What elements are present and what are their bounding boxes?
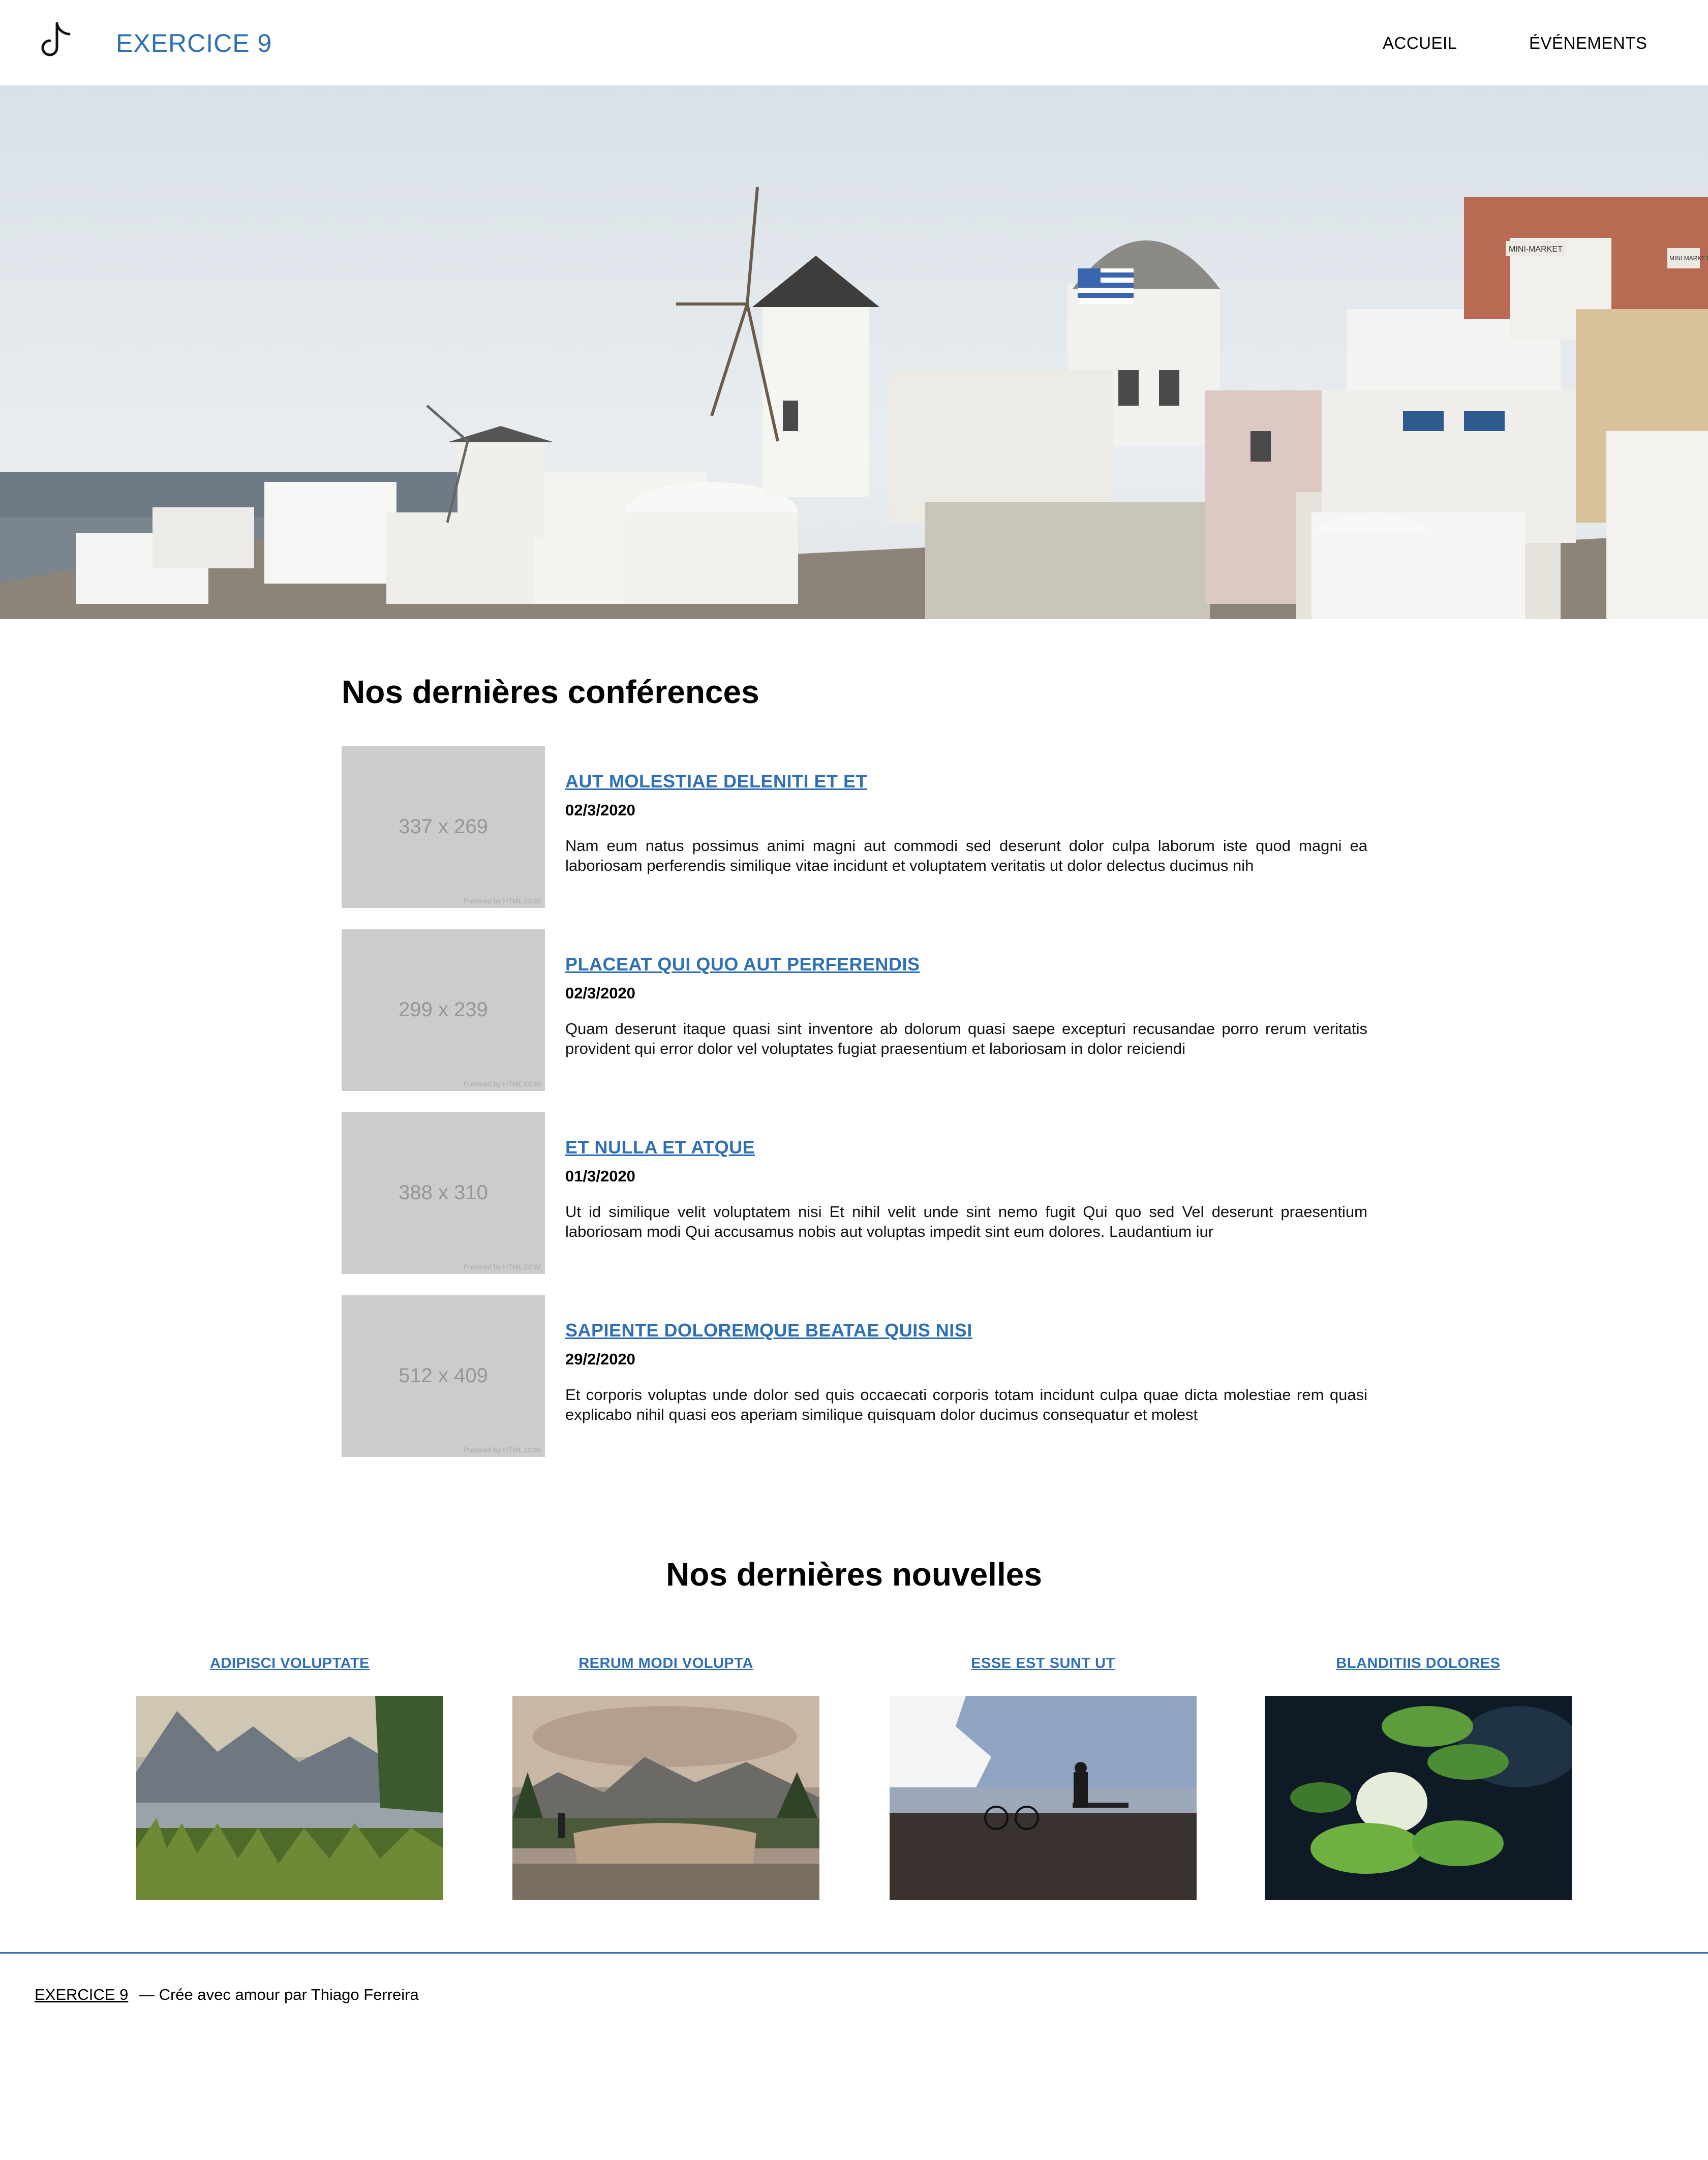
news-card: ADIPISCI VOLUPTATE xyxy=(136,1655,443,1900)
conference-description: Et corporis voluptas unde dolor sed quis… xyxy=(565,1386,1367,1423)
news-card: ESSE EST SUNT UT xyxy=(890,1655,1197,1900)
news-title-link[interactable]: ADIPISCI VOLUPTATE xyxy=(136,1655,443,1672)
conference-date: 02/3/2020 xyxy=(565,984,635,1002)
conference-description: Ut id similique velit voluptatem nisi Et… xyxy=(565,1203,1367,1240)
conference-title-link[interactable]: SAPIENTE DOLOREMQUE BEATAE QUIS NISI xyxy=(565,1320,1367,1341)
site-title-link[interactable]: EXERCICE 9 xyxy=(116,28,272,58)
conference-image-placeholder: 299 x 239 Powered by HTML.COM xyxy=(342,929,545,1091)
conference-date: 29/2/2020 xyxy=(565,1350,635,1368)
news-title-link[interactable]: BLANDITIIS DOLORES xyxy=(1265,1655,1572,1672)
tiktok-logo-icon[interactable] xyxy=(35,20,75,62)
site-header: EXERCICE 9 ACCUEIL ÉVÉNEMENTS xyxy=(0,0,1708,85)
news-image-plant[interactable] xyxy=(1265,1696,1572,1900)
conference-description: Quam deserunt itaque quasi sint inventor… xyxy=(565,1020,1367,1057)
nav-link-accueil[interactable]: ACCUEIL xyxy=(1383,34,1457,53)
conferences-list: 337 x 269 Powered by HTML.COM AUT MOLEST… xyxy=(342,746,1367,1478)
conference-item: 299 x 239 Powered by HTML.COM PLACEAT QU… xyxy=(342,929,1367,1112)
news-card: BLANDITIIS DOLORES xyxy=(1265,1655,1572,1900)
footer-site-link[interactable]: EXERCICE 9 xyxy=(35,1986,128,2003)
nav-link-evenements[interactable]: ÉVÉNEMENTS xyxy=(1529,34,1647,53)
footer-divider xyxy=(0,1952,1708,1954)
footer-credit: — Crée avec amour par Thiago Ferreira xyxy=(138,1986,419,2003)
conference-image-placeholder: 512 x 409 Powered by HTML.COM xyxy=(342,1295,545,1457)
conference-date: 02/3/2020 xyxy=(565,801,635,819)
placeholder-size-label: 299 x 239 xyxy=(399,998,488,1021)
news-image-mountain-reflection[interactable] xyxy=(512,1696,819,1900)
news-image-seaside[interactable] xyxy=(890,1696,1197,1900)
conference-image-placeholder: 388 x 310 Powered by HTML.COM xyxy=(342,1112,545,1274)
placeholder-credit: Powered by HTML.COM xyxy=(463,1263,541,1271)
news-heading: Nos dernières nouvelles xyxy=(666,1556,1042,1593)
hero-image: MINI-MARKET MINI MARKET xyxy=(0,85,1708,619)
conference-description: Nam eum natus possimus animi magni aut c… xyxy=(565,837,1367,874)
news-title-link[interactable]: ESSE EST SUNT UT xyxy=(890,1655,1197,1672)
conference-title-link[interactable]: PLACEAT QUI QUO AUT PERFERENDIS xyxy=(565,954,1367,975)
hero-sign-mini-market: MINI-MARKET xyxy=(1509,245,1563,254)
placeholder-size-label: 337 x 269 xyxy=(399,815,488,838)
placeholder-credit: Powered by HTML.COM xyxy=(463,897,541,905)
conference-item: 388 x 310 Powered by HTML.COM ET NULLA E… xyxy=(342,1112,1367,1295)
conference-image-placeholder: 337 x 269 Powered by HTML.COM xyxy=(342,746,545,908)
conference-title-link[interactable]: AUT MOLESTIAE DELENITI ET ET xyxy=(565,771,1367,792)
conference-item: 512 x 409 Powered by HTML.COM SAPIENTE D… xyxy=(342,1295,1367,1478)
news-title-link[interactable]: RERUM MODI VOLUPTA xyxy=(512,1655,819,1672)
placeholder-size-label: 388 x 310 xyxy=(399,1181,488,1204)
news-image-lake[interactable] xyxy=(136,1696,443,1900)
placeholder-size-label: 512 x 409 xyxy=(399,1364,488,1387)
conference-date: 01/3/2020 xyxy=(565,1167,635,1185)
conferences-heading: Nos dernières conférences xyxy=(342,674,759,710)
site-footer: EXERCICE 9 — Crée avec amour par Thiago … xyxy=(35,1986,419,2004)
placeholder-credit: Powered by HTML.COM xyxy=(463,1446,541,1454)
placeholder-credit: Powered by HTML.COM xyxy=(463,1080,541,1088)
news-card: RERUM MODI VOLUPTA xyxy=(512,1655,819,1900)
hero-sign-mini-market-2: MINI MARKET xyxy=(1669,255,1708,262)
conference-item: 337 x 269 Powered by HTML.COM AUT MOLEST… xyxy=(342,746,1367,929)
conference-title-link[interactable]: ET NULLA ET ATQUE xyxy=(565,1137,1367,1158)
